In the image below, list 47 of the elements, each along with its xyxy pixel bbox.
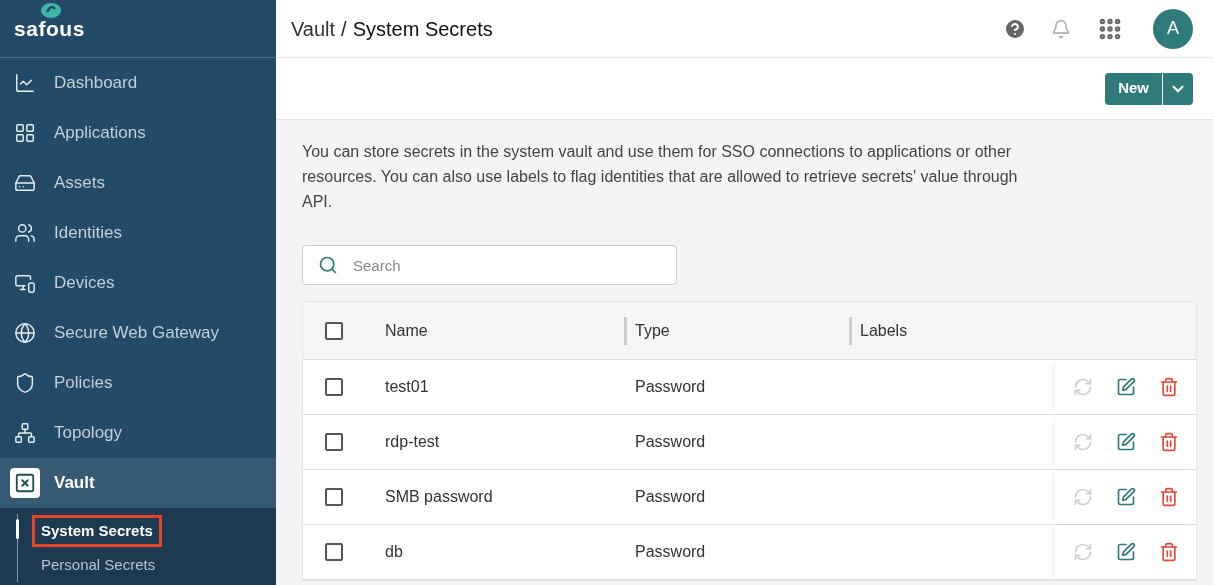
nav-item[interactable]: Assets — [0, 158, 276, 208]
nav-item[interactable]: Devices — [0, 258, 276, 308]
active-indicator — [16, 519, 19, 539]
edit-icon[interactable] — [1115, 487, 1136, 507]
edit-icon[interactable] — [1115, 377, 1136, 397]
vault-icon — [10, 468, 40, 498]
table-cell-text: db — [385, 542, 404, 562]
delete-icon[interactable] — [1158, 377, 1179, 397]
nav-item[interactable]: Policies — [0, 358, 276, 408]
table-cell-text: Password — [635, 377, 707, 397]
avatar[interactable]: A — [1153, 8, 1193, 49]
checkbox[interactable] — [325, 488, 343, 506]
table-cell-text: test01 — [385, 377, 430, 397]
breadcrumb-item[interactable]: Vault — [291, 13, 336, 44]
description-text: You can store secrets in the system vault and use them for SSO connections to applications or other resources. You can also use labels to flag identities that are allowed to retrieve secrets' value through API. — [302, 142, 1019, 212]
table-cell-text: Password — [635, 432, 707, 452]
nav-item[interactable]: Secure Web Gateway — [0, 308, 276, 358]
checkbox[interactable] — [325, 321, 343, 340]
checkbox[interactable] — [325, 433, 343, 451]
dropdown-button[interactable] — [1163, 72, 1193, 105]
edit-icon[interactable] — [1115, 432, 1136, 452]
subnav-item[interactable]: System Secrets — [32, 514, 162, 548]
edit-icon[interactable] — [1115, 542, 1136, 562]
nav-item[interactable]: Dashboard — [0, 58, 276, 108]
table-cell-text: Password — [635, 487, 707, 507]
checkbox[interactable] — [325, 543, 343, 561]
new-button[interactable]: New — [1105, 72, 1163, 105]
checkbox[interactable] — [325, 378, 343, 396]
logo-text: safous — [14, 19, 85, 39]
search-icon — [318, 255, 338, 275]
delete-icon[interactable] — [1158, 432, 1179, 452]
nav-item[interactable]: Vault — [0, 458, 276, 508]
delete-icon[interactable] — [1158, 542, 1179, 562]
column-header[interactable]: Type — [635, 318, 670, 343]
column-header[interactable]: Labels — [860, 318, 908, 343]
breadcrumb-separator: / — [341, 16, 347, 42]
table-cell-text: SMB password — [385, 487, 494, 507]
delete-icon[interactable] — [1158, 487, 1179, 507]
table-cell-text: rdp-test — [385, 432, 441, 452]
table-cell-text: Password — [635, 542, 707, 562]
column-header[interactable]: Name — [385, 318, 428, 343]
search-field[interactable]: Search — [302, 245, 677, 285]
subnav-item[interactable]: Personal Secrets — [32, 548, 165, 582]
nav-item[interactable]: Topology — [0, 408, 276, 458]
nav-item[interactable]: Identities — [0, 208, 276, 258]
nav-item[interactable]: Applications — [0, 108, 276, 158]
breadcrumb-item: System Secrets — [352, 16, 493, 42]
